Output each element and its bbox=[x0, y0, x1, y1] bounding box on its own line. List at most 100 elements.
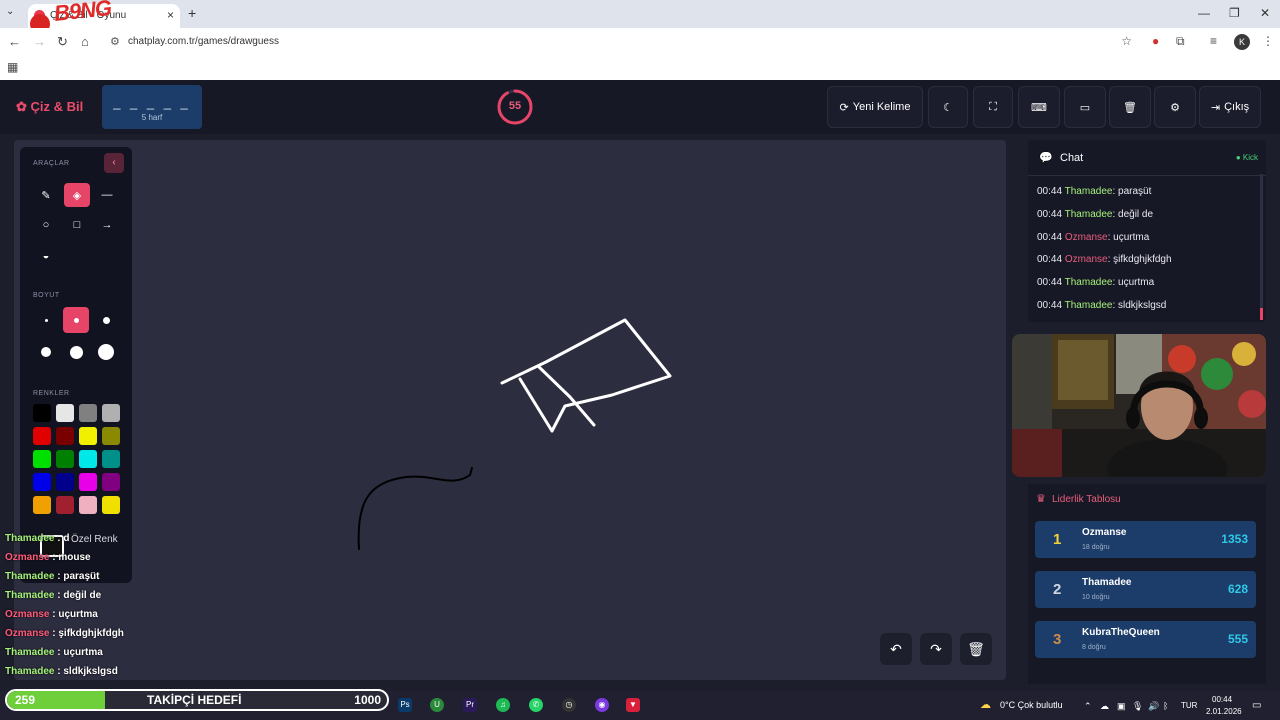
color-swatch[interactable] bbox=[56, 427, 74, 445]
bookmark-star-icon[interactable]: ☆ bbox=[1121, 34, 1132, 48]
fullscreen-button[interactable]: ⛶ bbox=[973, 86, 1013, 128]
color-swatch[interactable] bbox=[56, 496, 74, 514]
eraser-tool-button[interactable]: ◈ bbox=[64, 183, 90, 207]
size-3-button[interactable] bbox=[93, 307, 119, 333]
chat-user: Thamadee bbox=[1064, 186, 1113, 197]
app-u-icon[interactable]: U bbox=[430, 698, 444, 712]
tray-chevron-icon[interactable]: ⌃ bbox=[1084, 701, 1092, 712]
settings-button[interactable]: ⚙ bbox=[1154, 86, 1196, 128]
restore-icon[interactable]: ❐ bbox=[1229, 6, 1240, 20]
photoshop-icon[interactable]: Ps bbox=[398, 698, 412, 712]
new-word-button[interactable]: ⟳ Yeni Kelime bbox=[827, 86, 923, 128]
url-field[interactable]: ⚙ chatplay.com.tr/games/drawguess ☆ bbox=[104, 31, 1144, 53]
undo-button[interactable]: ↶ bbox=[880, 633, 912, 665]
apps-grid-icon[interactable]: ▦ bbox=[7, 60, 18, 74]
browser-menu-icon[interactable]: ⋮ bbox=[1262, 34, 1274, 48]
tray-bluetooth-icon[interactable]: ᛒ bbox=[1163, 701, 1168, 711]
extension-record-icon[interactable]: ● bbox=[1152, 34, 1159, 48]
color-swatch[interactable] bbox=[56, 450, 74, 468]
app-clock-icon[interactable]: ◷ bbox=[562, 698, 576, 712]
undo-icon: ↶ bbox=[890, 640, 902, 657]
chat-message: 00:44 Ozmanse: uçurtma bbox=[1037, 232, 1150, 243]
archive-button[interactable]: ▭ bbox=[1064, 86, 1106, 128]
new-tab-icon[interactable]: + bbox=[188, 5, 196, 21]
color-swatch[interactable] bbox=[79, 427, 97, 445]
home-icon[interactable]: ⌂ bbox=[81, 34, 89, 49]
discord-icon[interactable]: ◉ bbox=[595, 698, 609, 712]
tab-list-icon[interactable]: ⌄ bbox=[6, 6, 14, 17]
tray-volume-icon[interactable]: 🔊 bbox=[1148, 701, 1159, 712]
collapse-panel-button[interactable]: ‹ bbox=[104, 153, 124, 173]
leaderboard-correct: 18 doğru bbox=[1082, 544, 1110, 551]
color-swatch[interactable] bbox=[102, 427, 120, 445]
chat-scroll-thumb[interactable] bbox=[1260, 308, 1263, 320]
size-6-button[interactable] bbox=[93, 339, 119, 365]
color-swatch[interactable] bbox=[79, 496, 97, 514]
reading-list-icon[interactable]: ≡ bbox=[1210, 34, 1217, 48]
tab-close-icon[interactable]: × bbox=[167, 8, 174, 22]
chat-message: 00:44 Thamadee: paraşüt bbox=[1037, 186, 1152, 197]
circle-tool-button[interactable]: ○ bbox=[33, 213, 59, 237]
extensions-puzzle-icon[interactable]: ⧉ bbox=[1176, 34, 1185, 49]
exit-button[interactable]: ⇥ Çıkış bbox=[1199, 86, 1261, 128]
redo-button[interactable]: ↷ bbox=[920, 633, 952, 665]
notification-icon[interactable]: ▭ bbox=[1252, 700, 1261, 711]
arrow-tool-button[interactable]: → bbox=[94, 213, 120, 237]
weather-text[interactable]: 0°C Çok bulutlu bbox=[1000, 700, 1063, 710]
fill-tool-button[interactable]: ◒ bbox=[33, 244, 59, 268]
leaderboard-row: 1 Ozmanse 18 doğru 1353 bbox=[1035, 521, 1256, 558]
black-stroke bbox=[357, 467, 473, 550]
tray-network-icon[interactable]: ☁ bbox=[1100, 701, 1109, 712]
back-icon[interactable]: ← bbox=[8, 34, 21, 49]
color-swatch[interactable] bbox=[79, 404, 97, 422]
color-swatch[interactable] bbox=[33, 450, 51, 468]
clock-date[interactable]: 2.01.2026 bbox=[1206, 707, 1242, 716]
brush-tool-button[interactable]: ✎ bbox=[33, 183, 59, 207]
keyboard-button[interactable]: ⌨ bbox=[1018, 86, 1060, 128]
color-swatch[interactable] bbox=[102, 450, 120, 468]
delete-button[interactable]: 🗑 bbox=[1109, 86, 1151, 128]
size-2-button[interactable] bbox=[63, 307, 89, 333]
color-swatch[interactable] bbox=[102, 404, 120, 422]
address-bar-row: ← → ↻ ⌂ ⚙ chatplay.com.tr/games/drawgues… bbox=[0, 28, 1280, 56]
minimize-icon[interactable]: — bbox=[1198, 6, 1210, 20]
site-settings-icon[interactable]: ⚙ bbox=[110, 35, 120, 48]
line-tool-button[interactable]: — bbox=[94, 183, 120, 207]
arrow-icon: → bbox=[101, 219, 113, 231]
tray-app-icon[interactable]: ▣ bbox=[1117, 701, 1126, 712]
clear-canvas-button[interactable]: 🗑 bbox=[960, 633, 992, 665]
fill-bucket-icon: ◒ bbox=[42, 250, 50, 262]
color-swatch[interactable] bbox=[33, 427, 51, 445]
input-language[interactable]: TUR bbox=[1181, 701, 1197, 710]
premiere-icon[interactable]: Pr bbox=[463, 698, 477, 712]
color-swatch[interactable] bbox=[33, 496, 51, 514]
color-swatch[interactable] bbox=[33, 473, 51, 491]
color-swatch[interactable] bbox=[79, 473, 97, 491]
color-swatch[interactable] bbox=[56, 473, 74, 491]
spotify-icon[interactable]: ♫ bbox=[496, 698, 510, 712]
chat-user: Ozmanse bbox=[1064, 232, 1108, 243]
color-swatch[interactable] bbox=[102, 496, 120, 514]
archive-icon: ▭ bbox=[1079, 101, 1091, 114]
color-swatch[interactable] bbox=[56, 404, 74, 422]
size-5-button[interactable] bbox=[63, 339, 89, 365]
clock-time[interactable]: 00:44 bbox=[1212, 695, 1232, 704]
tray-mic-icon[interactable]: 🎙 bbox=[1132, 701, 1143, 712]
dark-mode-button[interactable]: ☾ bbox=[928, 86, 968, 128]
app-red-icon[interactable]: ▼ bbox=[626, 698, 640, 712]
overlay-chat-user: Thamadee bbox=[5, 590, 55, 601]
color-swatch[interactable] bbox=[102, 473, 120, 491]
size-1-button[interactable] bbox=[33, 307, 59, 333]
color-swatch[interactable] bbox=[79, 450, 97, 468]
chat-scrollbar[interactable] bbox=[1260, 174, 1263, 320]
profile-avatar[interactable]: K bbox=[1234, 34, 1250, 50]
forward-icon[interactable]: → bbox=[33, 34, 46, 49]
reload-icon[interactable]: ↻ bbox=[57, 34, 68, 50]
rectangle-tool-button[interactable]: □ bbox=[64, 213, 90, 237]
whatsapp-icon[interactable]: ✆ bbox=[529, 698, 543, 712]
drawing-canvas[interactable] bbox=[14, 140, 1006, 680]
color-swatch[interactable] bbox=[33, 404, 51, 422]
size-4-button[interactable] bbox=[33, 339, 59, 365]
leaderboard-name: Ozmanse bbox=[1082, 527, 1127, 538]
close-window-icon[interactable]: ✕ bbox=[1260, 6, 1270, 20]
